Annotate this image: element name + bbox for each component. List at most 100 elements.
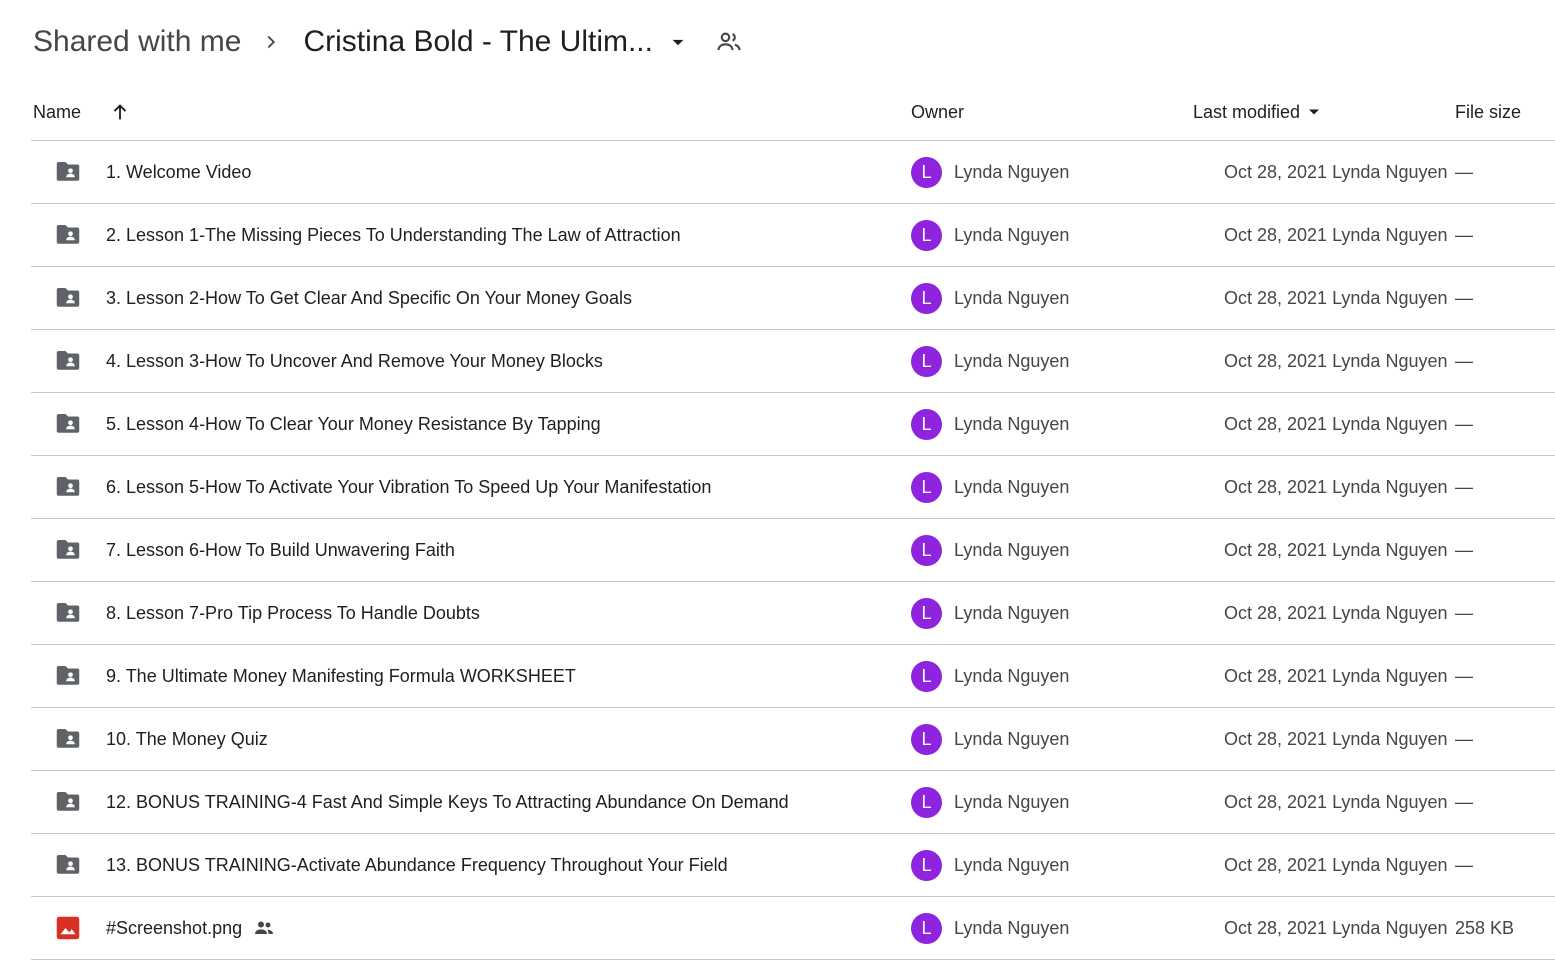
modified-cell: Oct 28, 2021 Lynda Nguyen [1193,855,1455,876]
size-cell: — [1455,477,1555,498]
modified-cell: Oct 28, 2021 Lynda Nguyen [1193,162,1455,183]
last-modified-text: Oct 28, 2021 Lynda Nguyen [1224,917,1448,938]
file-row[interactable]: 5. Lesson 4-How To Clear Your Money Resi… [31,393,1555,456]
file-name-cell: 6. Lesson 5-How To Activate Your Vibrati… [31,472,911,502]
last-modified-text: Oct 28, 2021 Lynda Nguyen [1224,539,1448,560]
last-modified-text: Oct 28, 2021 Lynda Nguyen [1224,287,1448,308]
current-folder-title: Cristina Bold - The Ultim... [303,25,653,58]
file-size-text: — [1455,539,1473,560]
file-size-text: — [1455,287,1473,308]
modified-cell: Oct 28, 2021 Lynda Nguyen [1193,351,1455,372]
size-cell: — [1455,288,1555,309]
file-row[interactable]: 6. Lesson 5-How To Activate Your Vibrati… [31,456,1555,519]
shared-folder-icon [56,225,80,244]
last-modified-text: Oct 28, 2021 Lynda Nguyen [1224,728,1448,749]
file-row[interactable]: 9. The Ultimate Money Manifesting Formul… [31,645,1555,708]
owner-name: Lynda Nguyen [954,476,1070,497]
last-modified-text: Oct 28, 2021 Lynda Nguyen [1224,476,1448,497]
owner-cell: L Lynda Nguyen [911,219,1193,251]
file-name: #Screenshot.png [106,917,243,938]
file-row[interactable]: 1. Welcome Video L Lynda Nguyen Oct 28, … [31,141,1555,204]
last-modified-text: Oct 28, 2021 Lynda Nguyen [1224,350,1448,371]
file-row[interactable]: 10. The Money Quiz L Lynda Nguyen Oct 28… [31,708,1555,771]
modified-cell: Oct 28, 2021 Lynda Nguyen [1193,729,1455,750]
file-row[interactable]: 2. Lesson 1-The Missing Pieces To Unders… [31,204,1555,267]
image-file-icon [56,916,80,940]
column-last-modified[interactable]: Last modified [1193,102,1455,123]
shared-folder-icon [56,288,80,307]
file-name-cell: #Screenshot.png [31,913,911,943]
shared-folder-icon [56,603,80,622]
file-row[interactable]: 8. Lesson 7-Pro Tip Process To Handle Do… [31,582,1555,645]
shared-folder-icon [56,792,80,811]
owner-cell: L Lynda Nguyen [911,849,1193,881]
size-cell: — [1455,855,1555,876]
size-cell: 258 KB [1455,918,1555,939]
modified-cell: Oct 28, 2021 Lynda Nguyen [1193,225,1455,246]
owner-cell: L Lynda Nguyen [911,723,1193,755]
file-name: 7. Lesson 6-How To Build Unwavering Fait… [106,539,455,560]
file-name: 10. The Money Quiz [106,728,268,749]
size-cell: — [1455,225,1555,246]
column-file-size[interactable]: File size [1455,102,1555,123]
file-name: 6. Lesson 5-How To Activate Your Vibrati… [106,476,712,497]
shared-folder-icon [56,540,80,559]
modified-cell: Oct 28, 2021 Lynda Nguyen [1193,792,1455,813]
owner-avatar: L [911,597,942,629]
shared-folder-icon [56,729,80,748]
shared-folder-icon [56,351,80,370]
last-modified-text: Oct 28, 2021 Lynda Nguyen [1224,161,1448,182]
breadcrumb-current-folder[interactable]: Cristina Bold - The Ultim... [299,19,695,65]
file-size-text: — [1455,350,1473,371]
file-row[interactable]: 3. Lesson 2-How To Get Clear And Specifi… [31,267,1555,330]
owner-cell: L Lynda Nguyen [911,534,1193,566]
file-row[interactable]: 4. Lesson 3-How To Uncover And Remove Yo… [31,330,1555,393]
last-modified-text: Oct 28, 2021 Lynda Nguyen [1224,791,1448,812]
owner-name: Lynda Nguyen [954,854,1070,875]
file-name-cell: 13. BONUS TRAINING-Activate Abundance Fr… [31,850,911,880]
size-cell: — [1455,540,1555,561]
file-size-text: — [1455,791,1473,812]
column-last-modified-label: Last modified [1193,101,1301,122]
column-name[interactable]: Name [31,101,911,123]
last-modified-text: Oct 28, 2021 Lynda Nguyen [1224,413,1448,434]
file-name-cell: 10. The Money Quiz [31,724,911,754]
file-rows: 1. Welcome Video L Lynda Nguyen Oct 28, … [31,141,1555,960]
column-owner[interactable]: Owner [911,102,1193,123]
owner-cell: L Lynda Nguyen [911,408,1193,440]
owner-avatar: L [911,471,942,503]
size-cell: — [1455,162,1555,183]
owner-cell: L Lynda Nguyen [911,282,1193,314]
file-size-text: — [1455,665,1473,686]
modified-cell: Oct 28, 2021 Lynda Nguyen [1193,666,1455,687]
breadcrumb-shared-with-me[interactable]: Shared with me [31,19,243,65]
last-modified-text: Oct 28, 2021 Lynda Nguyen [1224,602,1448,623]
owner-cell: L Lynda Nguyen [911,471,1193,503]
owner-avatar: L [911,408,942,440]
sort-up-arrow-icon[interactable] [109,101,131,123]
file-row[interactable]: #Screenshot.png L Lynda Nguyen Oct 28, 2… [31,897,1555,960]
file-name: 8. Lesson 7-Pro Tip Process To Handle Do… [106,602,480,623]
last-modified-text: Oct 28, 2021 Lynda Nguyen [1224,854,1448,875]
owner-avatar: L [911,912,942,944]
file-row[interactable]: 12. BONUS TRAINING-4 Fast And Simple Key… [31,771,1555,834]
owner-name: Lynda Nguyen [954,224,1070,245]
file-name: 5. Lesson 4-How To Clear Your Money Resi… [106,413,601,434]
shared-folder-icon [56,477,80,496]
owner-avatar: L [911,156,942,188]
modified-cell: Oct 28, 2021 Lynda Nguyen [1193,288,1455,309]
file-row[interactable]: 7. Lesson 6-How To Build Unwavering Fait… [31,519,1555,582]
shared-people-icon[interactable] [715,28,743,56]
owner-cell: L Lynda Nguyen [911,156,1193,188]
file-list-header: Name Owner Last modified File size [31,84,1555,141]
owner-name: Lynda Nguyen [954,728,1070,749]
owner-avatar: L [911,786,942,818]
owner-cell: L Lynda Nguyen [911,786,1193,818]
file-row[interactable]: 13. BONUS TRAINING-Activate Abundance Fr… [31,834,1555,897]
file-size-text: 258 KB [1455,917,1515,938]
file-name: 2. Lesson 1-The Missing Pieces To Unders… [106,224,681,245]
modified-cell: Oct 28, 2021 Lynda Nguyen [1193,477,1455,498]
owner-cell: L Lynda Nguyen [911,597,1193,629]
file-name-cell: 1. Welcome Video [31,157,911,187]
file-size-text: — [1455,224,1473,245]
